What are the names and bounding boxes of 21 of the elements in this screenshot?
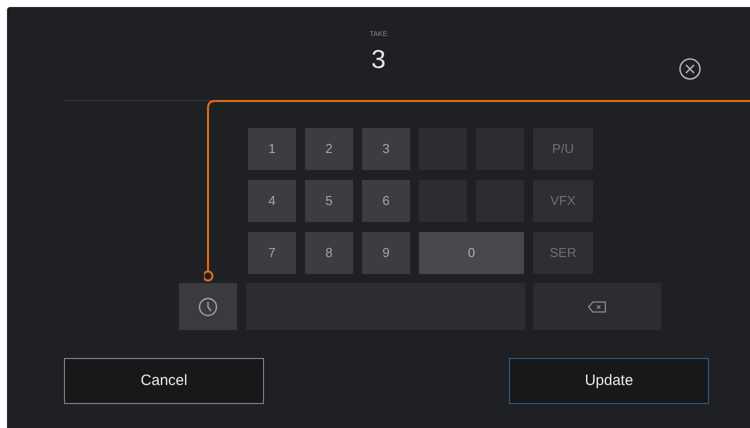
tag-key[interactable]: VFX xyxy=(533,180,593,222)
number-key[interactable]: 0 xyxy=(419,232,524,274)
close-icon xyxy=(678,57,702,81)
number-key[interactable]: 3 xyxy=(362,128,410,170)
number-key[interactable]: 8 xyxy=(305,232,353,274)
number-key[interactable]: 4 xyxy=(248,180,296,222)
backspace-icon xyxy=(587,300,607,314)
timecode-button[interactable] xyxy=(179,283,237,330)
dialog-button[interactable]: Cancel xyxy=(64,358,264,404)
number-key[interactable]: 1 xyxy=(248,128,296,170)
number-key[interactable]: 5 xyxy=(305,180,353,222)
clear-button[interactable] xyxy=(678,57,702,81)
number-key[interactable]: 6 xyxy=(362,180,410,222)
clock-icon xyxy=(198,296,218,316)
tag-key[interactable]: P/U xyxy=(533,128,593,170)
number-key[interactable]: 7 xyxy=(248,232,296,274)
dialog-button[interactable]: Update xyxy=(509,358,709,404)
number-key[interactable]: 2 xyxy=(305,128,353,170)
tag-key[interactable]: SER xyxy=(533,232,593,274)
take-value: 3 xyxy=(371,46,386,72)
number-key[interactable]: 9 xyxy=(362,232,410,274)
